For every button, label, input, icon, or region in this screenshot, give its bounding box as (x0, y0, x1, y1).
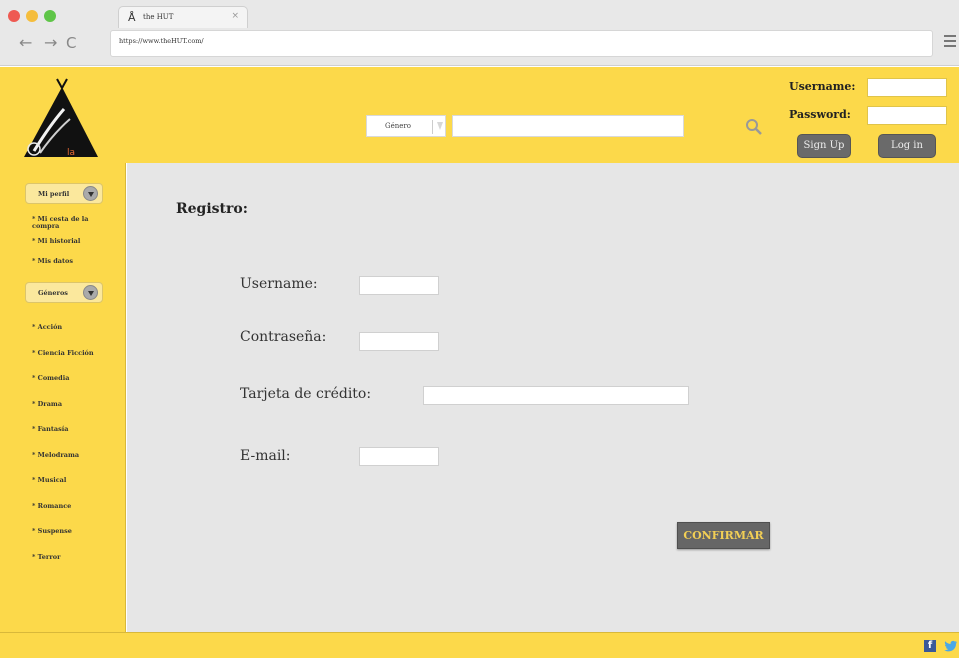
select-divider (432, 120, 433, 134)
back-arrow-icon[interactable]: ← (19, 35, 32, 51)
search-bar: Género (366, 115, 762, 137)
header-password-label: Password: (789, 108, 851, 121)
registration-panel: Registro: Username: Contraseña: Tarjeta … (127, 163, 959, 632)
sidebar-item-genre[interactable]: * Acción (32, 324, 117, 331)
tab-close-icon[interactable]: × (231, 11, 239, 21)
confirm-button[interactable]: CONFIRMAR (677, 522, 770, 549)
teepee-logo-icon[interactable]: la (20, 75, 100, 160)
tab-title: the HUT (143, 13, 174, 21)
browser-chrome: Å the HUT × ← → C https://www.theHUT.com… (0, 0, 959, 66)
address-url: https://www.theHUT.com/ (119, 37, 204, 45)
facebook-icon[interactable]: f (924, 640, 936, 652)
credit-card-input[interactable] (423, 386, 689, 405)
chevron-down-icon (83, 186, 98, 201)
genres-dropdown[interactable]: Géneros (25, 282, 103, 303)
hamburger-menu-icon[interactable] (944, 35, 956, 49)
username-input[interactable] (359, 276, 439, 295)
minimize-window-icon[interactable] (26, 10, 38, 22)
profile-dropdown-label: Mi perfil (38, 190, 70, 198)
email-input[interactable] (359, 447, 439, 466)
sidebar-item-genre[interactable]: * Romance (32, 503, 117, 510)
sign-up-button[interactable]: Sign Up (797, 134, 851, 158)
email-label: E-mail: (240, 448, 291, 464)
search-icon[interactable] (745, 118, 763, 136)
log-in-button[interactable]: Log in (878, 134, 936, 158)
twitter-icon[interactable] (944, 639, 958, 653)
header-username-label: Username: (789, 80, 856, 93)
header-username-input[interactable] (867, 78, 947, 97)
teepee-favicon-icon: Å (128, 11, 136, 24)
sidebar-item-genre[interactable]: * Melodrama (32, 452, 117, 459)
genre-select-label: Género (385, 122, 411, 130)
header-password-input[interactable] (867, 106, 947, 125)
credit-card-label: Tarjeta de crédito: (240, 386, 372, 402)
forward-arrow-icon[interactable]: → (44, 35, 57, 51)
sidebar-item-genre[interactable]: * Terror (32, 554, 117, 561)
address-bar[interactable]: https://www.theHUT.com/ (110, 30, 933, 57)
sidebar-item-genre[interactable]: * Musical (32, 477, 117, 484)
genre-select[interactable]: Género (366, 115, 446, 137)
sidebar-item-genre[interactable]: * Ciencia Ficción (32, 350, 117, 357)
svg-text:la: la (67, 148, 75, 158)
search-input[interactable] (452, 115, 762, 137)
browser-tab[interactable]: Å the HUT × (118, 6, 248, 28)
sidebar-item-cart[interactable]: * Mi cesta de la compra (32, 216, 112, 230)
sidebar-item-genre[interactable]: * Drama (32, 401, 117, 408)
sidebar: Mi perfil * Mi cesta de la compra * Mi h… (0, 163, 126, 632)
username-label: Username: (240, 276, 318, 292)
chevron-down-icon (437, 122, 443, 130)
sidebar-item-history[interactable]: * Mi historial (32, 238, 117, 245)
close-window-icon[interactable] (8, 10, 20, 22)
password-label: Contraseña: (240, 329, 327, 345)
reload-icon[interactable]: C (66, 35, 76, 51)
page-title: Registro: (176, 201, 248, 217)
site-footer: f (0, 632, 959, 658)
sidebar-item-genre[interactable]: * Comedia (32, 375, 117, 382)
genres-dropdown-label: Géneros (38, 289, 68, 297)
sidebar-item-my-data[interactable]: * Mis datos (32, 258, 117, 265)
password-input[interactable] (359, 332, 439, 351)
chevron-down-icon (83, 285, 98, 300)
maximize-window-icon[interactable] (44, 10, 56, 22)
sidebar-item-genre[interactable]: * Fantasía (32, 426, 117, 433)
profile-dropdown[interactable]: Mi perfil (25, 183, 103, 204)
sidebar-item-genre[interactable]: * Suspense (32, 528, 117, 535)
